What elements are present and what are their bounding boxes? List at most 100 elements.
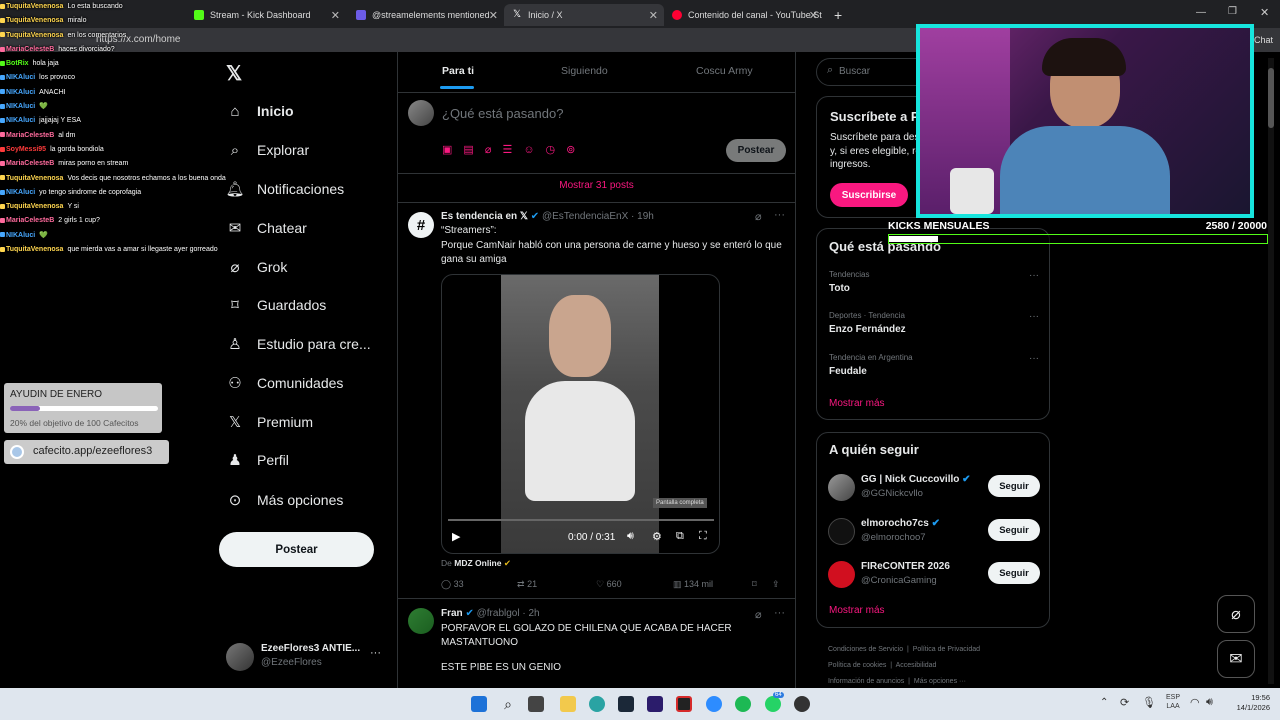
- compose-post-button[interactable]: Postear: [726, 139, 786, 162]
- location-icon[interactable]: ⊚: [566, 144, 586, 156]
- scrollbar[interactable]: [1268, 58, 1274, 684]
- more-icon[interactable]: ···: [1029, 353, 1039, 364]
- show-more-trends[interactable]: Mostrar más: [829, 398, 885, 409]
- grok-icon[interactable]: ⌀: [755, 608, 762, 621]
- edge-icon[interactable]: [589, 696, 605, 712]
- more-icon[interactable]: ···: [370, 647, 381, 659]
- maximize-icon[interactable]: ❐: [1228, 6, 1237, 17]
- volume-icon[interactable]: 🔊︎: [1206, 696, 1213, 709]
- whatsapp-icon[interactable]: [765, 696, 781, 712]
- tab-x-home[interactable]: 𝕏 Inicio / X ✕: [504, 4, 664, 26]
- share-icon[interactable]: ⇪: [772, 579, 780, 590]
- verified-icon: ✔: [465, 608, 474, 619]
- reply-button[interactable]: ◯ 33: [441, 579, 464, 590]
- tab-following[interactable]: Siguiendo: [561, 65, 608, 77]
- volume-icon[interactable]: 🔊︎: [627, 530, 634, 543]
- trend-item[interactable]: Tendencia en Argentina Feudale ···: [829, 353, 1039, 377]
- search-icon[interactable]: ⌕: [500, 696, 516, 712]
- file-explorer-icon[interactable]: [560, 696, 576, 712]
- show-more-follow[interactable]: Mostrar más: [829, 605, 885, 616]
- chat-badge-icon: [0, 32, 5, 38]
- steam-icon[interactable]: [618, 696, 634, 712]
- repost-button[interactable]: ⇄ 21: [517, 579, 537, 590]
- close-icon[interactable]: ✕: [331, 9, 340, 22]
- settings-icon[interactable]: ⚙: [652, 530, 662, 543]
- chat-badge-icon: [0, 189, 5, 195]
- nav-item-communities[interactable]: ⚇ Comunidades: [226, 371, 343, 395]
- obs-icon[interactable]: [676, 696, 692, 712]
- zoom-icon[interactable]: [706, 696, 722, 712]
- task-view-icon[interactable]: [528, 696, 544, 712]
- follow-suggestion[interactable]: elmorocho7cs ✔ @elmorochoo7 Seguir: [828, 517, 1042, 549]
- close-window-icon[interactable]: ✕: [1260, 6, 1269, 19]
- nav-item-premium[interactable]: 𝕏 Premium: [226, 410, 313, 434]
- poll-icon[interactable]: ☰: [502, 144, 523, 156]
- tab-youtube-studio[interactable]: Contenido del canal - YouTube St ✕: [664, 4, 824, 26]
- tab-for-you[interactable]: Para ti: [442, 65, 474, 77]
- more-icon[interactable]: ···: [774, 209, 785, 221]
- minimize-icon[interactable]: —: [1196, 7, 1206, 18]
- schedule-icon[interactable]: ◷: [546, 144, 567, 156]
- nav-item-bookmarks[interactable]: ⌑ Guardados: [226, 293, 326, 317]
- image-icon[interactable]: ▣: [442, 144, 463, 156]
- premiere-icon[interactable]: [647, 696, 663, 712]
- video-progress[interactable]: [448, 519, 714, 521]
- mic-icon[interactable]: 🎙︎: [1142, 696, 1156, 709]
- views-button[interactable]: ▥ 134 mil: [673, 579, 713, 590]
- subscribe-button[interactable]: Suscribirse: [830, 183, 908, 207]
- like-button[interactable]: ♡ 660: [596, 579, 622, 590]
- follow-button[interactable]: Seguir: [988, 519, 1040, 541]
- follow-suggestion[interactable]: FIReCONTER 2026 @CronicaGaming Seguir: [828, 560, 1042, 592]
- compose-input[interactable]: ¿Qué está pasando?: [442, 106, 563, 121]
- account-switcher[interactable]: EzeeFlores3 ANTIE... @EzeeFlores ···: [226, 641, 391, 673]
- bookmark-icon[interactable]: ⌑: [752, 579, 757, 590]
- nav-item-grok[interactable]: ⌀ Grok: [226, 255, 287, 279]
- spotify-icon[interactable]: [735, 696, 751, 712]
- avatar: [226, 643, 254, 671]
- video-frame: [501, 275, 659, 553]
- more-icon[interactable]: ···: [1029, 270, 1039, 281]
- show-new-posts[interactable]: Mostrar 31 posts: [398, 180, 795, 191]
- start-icon[interactable]: [471, 696, 487, 712]
- app-icon[interactable]: [794, 696, 810, 712]
- close-icon[interactable]: ✕: [649, 9, 658, 22]
- language-indicator[interactable]: ESP LAA: [1166, 693, 1180, 711]
- more-icon[interactable]: ···: [774, 607, 785, 619]
- grok-icon[interactable]: ⌀: [485, 144, 503, 156]
- avatar: [828, 474, 855, 501]
- gif-icon[interactable]: ▤: [463, 144, 484, 156]
- follow-button[interactable]: Seguir: [988, 562, 1040, 584]
- nav-item-profile[interactable]: ♟ Perfil: [226, 448, 289, 472]
- follow-suggestion[interactable]: GG | Nick Cuccovillo ✔ @GGNickcvllo Segu…: [828, 473, 1042, 505]
- clock[interactable]: 19:56 14/1/2026: [1226, 693, 1270, 713]
- post-button[interactable]: Postear: [219, 532, 374, 567]
- picture-in-picture-icon[interactable]: ⧉: [676, 530, 684, 543]
- tray-chevron-icon[interactable]: ⌃: [1100, 697, 1108, 708]
- bookmark-icon: ⌑: [231, 297, 239, 314]
- fullscreen-icon[interactable]: ⛶: [699, 530, 707, 543]
- nav-item-more[interactable]: ⊙ Más opciones: [226, 488, 344, 512]
- grok-icon[interactable]: ⌀: [1217, 595, 1255, 633]
- emoji-icon[interactable]: ☺: [523, 144, 545, 156]
- chat-button[interactable]: Chat: [1254, 35, 1273, 45]
- mail-icon[interactable]: ✉: [1217, 640, 1255, 678]
- tab-coscu-army[interactable]: Coscu Army: [696, 65, 753, 77]
- tab-streamelements[interactable]: @streamelements mentioned ✕: [348, 4, 504, 26]
- person-icon: ♟: [228, 452, 242, 469]
- x-icon: 𝕏: [228, 414, 242, 431]
- scrollbar-thumb[interactable]: [1268, 68, 1274, 128]
- wifi-icon[interactable]: ◠: [1190, 696, 1200, 709]
- video-player[interactable]: Pantalla completa ▶ 0:00 / 0:31 🔊︎ ⚙ ⧉ ⛶: [441, 274, 720, 554]
- trend-item[interactable]: Deportes · Tendencia Enzo Fernández ···: [829, 311, 1039, 335]
- play-icon[interactable]: ▶: [452, 530, 460, 543]
- trend-item[interactable]: Tendencias Toto ···: [829, 270, 1039, 294]
- close-icon[interactable]: ✕: [809, 9, 818, 22]
- post-header: Fran ✔ @frablgol · 2h: [441, 608, 540, 619]
- grok-icon[interactable]: ⌀: [755, 210, 762, 223]
- more-icon[interactable]: ···: [1029, 311, 1039, 322]
- close-icon[interactable]: ✕: [489, 9, 498, 22]
- nav-item-creator-studio[interactable]: ♙ Estudio para cre...: [226, 332, 370, 356]
- follow-button[interactable]: Seguir: [988, 475, 1040, 497]
- new-tab-button[interactable]: +: [826, 4, 850, 26]
- sync-icon[interactable]: ⟳: [1120, 696, 1129, 709]
